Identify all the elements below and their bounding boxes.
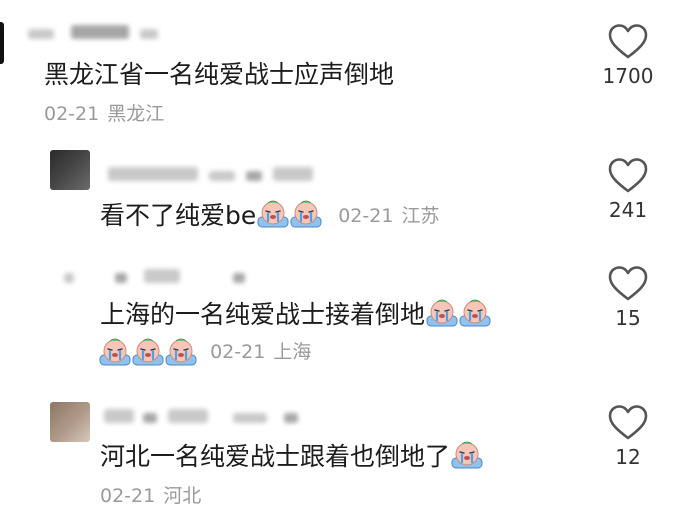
comment-4-location: 河北 bbox=[163, 485, 202, 507]
comment-2-text-line: 看不了纯爱be 02-21 江苏 bbox=[100, 199, 439, 233]
scroll-edge-indicator bbox=[0, 22, 4, 64]
comment-4-like-count: 12 bbox=[615, 445, 641, 469]
comment-4-meta: 02-21 河北 bbox=[100, 481, 201, 508]
crying-face-emoji-icon bbox=[257, 200, 289, 228]
comment-3-location: 上海 bbox=[273, 341, 312, 363]
crying-face-emoji-icon bbox=[290, 200, 322, 228]
comment-1-meta: 02-21 黑龙江 bbox=[44, 99, 164, 126]
comment-3-meta: 02-21 上海 bbox=[210, 341, 311, 363]
comment-4-text-line: 河北一名纯爱战士跟着也倒地了 bbox=[100, 440, 483, 474]
comment-2-text: 看不了纯爱be bbox=[100, 201, 257, 230]
comment-1-username[interactable] bbox=[28, 24, 159, 43]
heart-outline-icon bbox=[608, 266, 648, 302]
comment-2-username[interactable] bbox=[108, 166, 314, 185]
comment-3-text: 上海的一名纯爱战士接着倒地 bbox=[100, 300, 426, 329]
crying-face-emoji-icon bbox=[451, 441, 483, 469]
comment-3-like-count: 15 bbox=[615, 306, 641, 330]
comment-3-username[interactable] bbox=[64, 268, 246, 287]
comment-2-meta: 02-21 江苏 bbox=[338, 205, 439, 227]
comment-4-username[interactable] bbox=[104, 408, 299, 427]
comment-2-date: 02-21 bbox=[338, 205, 394, 227]
heart-outline-icon bbox=[608, 24, 648, 60]
comment-1-text: 黑龙江省一名纯爱战士应声倒地 bbox=[44, 60, 395, 89]
comment-1-like-button[interactable]: 1700 bbox=[598, 24, 658, 88]
heart-outline-icon bbox=[608, 405, 648, 441]
comment-1-date: 02-21 bbox=[44, 103, 100, 125]
comment-4-date: 02-21 bbox=[100, 485, 156, 507]
comment-2-location: 江苏 bbox=[401, 205, 440, 227]
crying-face-emoji-icon bbox=[426, 299, 458, 327]
comment-1-location: 黑龙江 bbox=[107, 103, 165, 125]
crying-face-emoji-icon bbox=[459, 299, 491, 327]
comment-4-avatar[interactable] bbox=[50, 402, 90, 442]
comment-3-text-line: 上海的一名纯爱战士接着倒地 bbox=[100, 298, 491, 332]
comment-3-second-line: 02-21 上海 bbox=[98, 337, 311, 366]
crying-face-emoji-icon bbox=[132, 338, 164, 366]
comment-3-date: 02-21 bbox=[210, 341, 266, 363]
heart-outline-icon bbox=[608, 158, 648, 194]
comment-4-text: 河北一名纯爱战士跟着也倒地了 bbox=[100, 442, 451, 471]
comment-3-like-button[interactable]: 15 bbox=[598, 266, 658, 330]
crying-face-emoji-icon bbox=[99, 338, 131, 366]
comment-2-like-button[interactable]: 241 bbox=[598, 158, 658, 222]
comment-1-like-count: 1700 bbox=[602, 64, 654, 88]
crying-face-emoji-icon bbox=[165, 338, 197, 366]
comment-4-like-button[interactable]: 12 bbox=[598, 405, 658, 469]
comment-2-avatar[interactable] bbox=[50, 150, 90, 190]
comment-2-like-count: 241 bbox=[608, 198, 648, 222]
